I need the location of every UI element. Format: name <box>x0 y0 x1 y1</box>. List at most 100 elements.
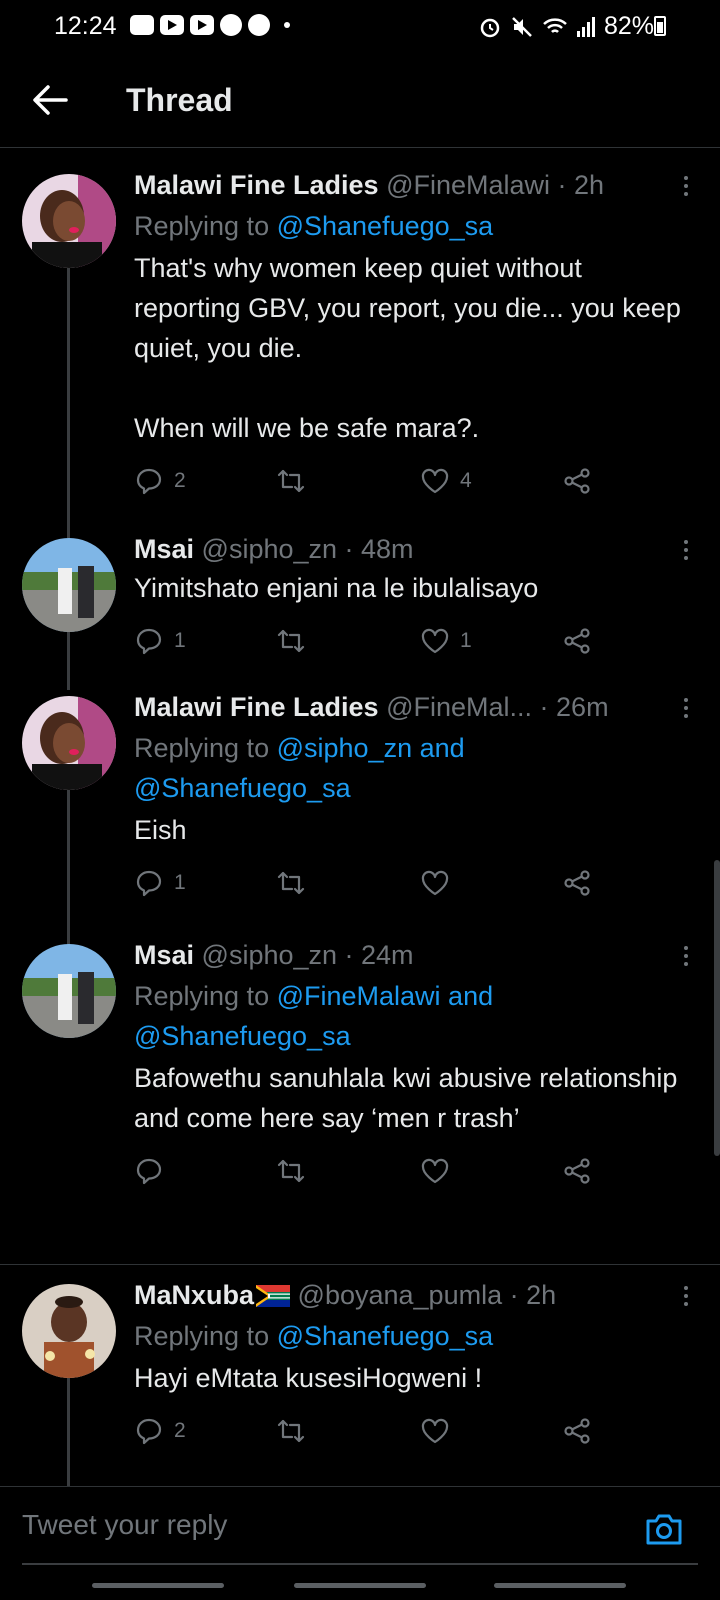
mention-link[interactable]: @sipho_zn and <box>277 733 465 763</box>
retweet-icon <box>277 469 305 493</box>
tweet-divider <box>0 1264 720 1265</box>
notification-icons <box>130 14 290 36</box>
battery-percent: 82% <box>603 12 654 40</box>
like-button[interactable] <box>420 1416 450 1446</box>
display-name[interactable]: Msai <box>134 940 194 970</box>
share-button[interactable] <box>562 868 592 898</box>
status-time: 12:24 <box>54 12 117 40</box>
avatar-image <box>22 538 116 632</box>
replying-to-label: Replying to <box>134 981 277 1011</box>
tweet-actions: 1 <box>134 868 690 908</box>
camera-icon[interactable] <box>644 1511 684 1547</box>
share-icon <box>564 468 590 494</box>
retweet-button[interactable] <box>276 1416 306 1446</box>
more-icon[interactable] <box>682 176 690 198</box>
youtube-icon <box>160 15 184 35</box>
handle-and-time: @FineMalawi · 2h <box>386 170 605 200</box>
avatar[interactable] <box>22 944 116 1038</box>
reply-button[interactable]: 1 <box>134 868 186 898</box>
reply-button[interactable]: 1 <box>134 626 186 656</box>
share-icon <box>564 628 590 654</box>
like-count: 4 <box>460 469 472 492</box>
like-icon <box>421 870 449 896</box>
avatar[interactable] <box>22 538 116 632</box>
share-icon <box>564 1158 590 1184</box>
replying-to: Replying to @FineMalawi and @Shanefuego_s… <box>134 976 690 1056</box>
display-name[interactable]: Malawi Fine Ladies <box>134 170 379 200</box>
nav-gesture-bar <box>92 1583 224 1588</box>
nav-gesture-bar <box>294 1583 426 1588</box>
share-button[interactable] <box>562 626 592 656</box>
share-icon <box>564 870 590 896</box>
display-name[interactable]: Malawi Fine Ladies <box>134 692 379 722</box>
like-icon <box>421 468 449 494</box>
tweet-actions <box>134 1156 690 1196</box>
reply-icon <box>136 1158 162 1185</box>
like-button[interactable] <box>420 868 450 898</box>
avatar[interactable] <box>22 1284 116 1378</box>
more-icon[interactable] <box>682 698 690 720</box>
reply-composer: Tweet your reply <box>0 1486 720 1600</box>
tweet-text: Hayi eMtata kusesiHogweni ! <box>134 1363 483 1393</box>
avatar-image <box>22 1284 116 1378</box>
replying-to-label: Replying to <box>134 211 277 241</box>
mention-link[interactable]: @FineMalawi and <box>277 981 494 1011</box>
reply-icon <box>136 468 162 495</box>
more-icon[interactable] <box>682 946 690 968</box>
retweet-button[interactable] <box>276 868 306 898</box>
reply-button[interactable] <box>134 1156 164 1186</box>
retweet-icon <box>277 629 305 653</box>
mention-link[interactable]: @Shanefuego_sa <box>134 773 351 803</box>
share-button[interactable] <box>562 1156 592 1186</box>
back-arrow-icon[interactable] <box>30 82 70 118</box>
south-africa-flag-icon <box>256 1285 291 1307</box>
wifi-icon <box>543 17 567 33</box>
like-button[interactable]: 4 <box>420 466 472 496</box>
retweet-button[interactable] <box>276 626 306 656</box>
reply-button[interactable]: 2 <box>134 1416 186 1446</box>
page-title: Thread <box>126 82 233 118</box>
top-app-bar: Thread <box>0 52 720 148</box>
thread-connector <box>67 628 70 690</box>
avatar-image <box>22 174 116 268</box>
status-bar: 12:24 82% <box>0 0 720 52</box>
more-icon[interactable] <box>682 1286 690 1308</box>
replying-to-label: Replying to <box>134 1321 277 1351</box>
like-button[interactable] <box>420 1156 450 1186</box>
tweet-actions: 1 1 <box>134 626 690 666</box>
more-icon[interactable] <box>682 540 690 562</box>
retweet-icon <box>277 871 305 895</box>
signal-icon <box>576 16 595 37</box>
replying-to: Replying to @sipho_zn and @Shanefuego_sa <box>134 728 690 808</box>
avatar-image <box>22 696 116 790</box>
avatar[interactable] <box>22 696 116 790</box>
mention-link[interactable]: @Shanefuego_sa <box>277 1321 494 1351</box>
mention-link[interactable]: @Shanefuego_sa <box>134 1021 351 1051</box>
replying-to: Replying to @Shanefuego_sa <box>134 1316 690 1356</box>
reply-count: 1 <box>174 871 186 894</box>
like-button[interactable]: 1 <box>420 626 472 656</box>
like-icon <box>421 628 449 654</box>
retweet-button[interactable] <box>276 466 306 496</box>
mention-link[interactable]: @Shanefuego_sa <box>277 211 494 241</box>
display-name[interactable]: Msai <box>134 534 194 564</box>
reply-count: 2 <box>174 1419 186 1442</box>
reply-button[interactable]: 2 <box>134 466 186 496</box>
tweet-text: Bafowethu sanuhlala kwi abusive relation… <box>134 1063 678 1133</box>
youtube-icon <box>190 15 214 35</box>
scrollbar[interactable] <box>714 860 720 1156</box>
retweet-button[interactable] <box>276 1156 306 1186</box>
more-notifications-dot <box>284 22 290 28</box>
facebook-icon <box>248 14 270 36</box>
reply-input[interactable]: Tweet your reply <box>22 1509 227 1541</box>
reply-input-underline <box>22 1563 698 1565</box>
share-button[interactable] <box>562 1416 592 1446</box>
display-name[interactable]: MaNxuba <box>134 1280 254 1310</box>
share-icon <box>564 1418 590 1444</box>
avatar[interactable] <box>22 174 116 268</box>
replying-to: Replying to @Shanefuego_sa <box>134 206 690 246</box>
share-button[interactable] <box>562 466 592 496</box>
tweet-actions: 2 <box>134 1416 690 1456</box>
retweet-icon <box>277 1419 305 1443</box>
alarm-icon <box>480 18 500 37</box>
